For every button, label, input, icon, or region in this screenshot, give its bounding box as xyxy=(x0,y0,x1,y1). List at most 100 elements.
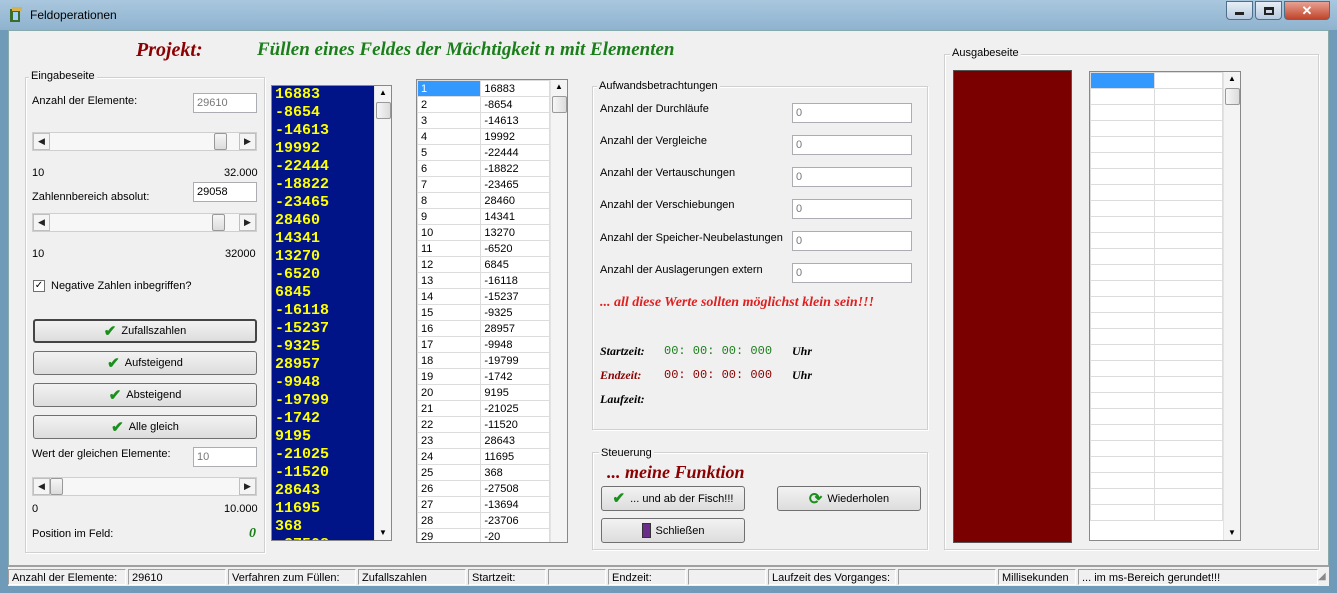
maximize-button[interactable] xyxy=(1255,1,1282,20)
table-row[interactable] xyxy=(1090,280,1224,297)
table-row[interactable] xyxy=(1090,504,1224,521)
number-list-item[interactable]: 28460 xyxy=(275,212,374,230)
slider-thumb[interactable] xyxy=(50,478,63,495)
scroll-down-icon[interactable]: ▼ xyxy=(1228,528,1236,537)
table-row[interactable] xyxy=(1090,184,1224,201)
scroll-up-icon[interactable]: ▲ xyxy=(1228,74,1236,83)
slider-right-arrow-icon[interactable]: ▶ xyxy=(239,214,256,231)
slider-left-arrow-icon[interactable]: ◀ xyxy=(33,133,50,150)
table-row[interactable]: 6 -18822 xyxy=(417,160,550,177)
table-row[interactable]: 16 28957 xyxy=(417,320,550,337)
number-list-scrollbar[interactable]: ▲ ▼ xyxy=(374,86,391,540)
gleich-input[interactable]: 10 xyxy=(193,447,257,467)
table-row[interactable]: 5 -22444 xyxy=(417,144,550,161)
table-row[interactable] xyxy=(1090,296,1224,313)
table-row[interactable]: 15 -9325 xyxy=(417,304,550,321)
slider-left-arrow-icon[interactable]: ◀ xyxy=(33,214,50,231)
ausgabe-scrollbar[interactable]: ▲ ▼ xyxy=(1223,72,1240,540)
number-list-item[interactable]: -9948 xyxy=(275,374,374,392)
number-list-item[interactable]: -19799 xyxy=(275,392,374,410)
table-row[interactable]: 20 9195 xyxy=(417,384,550,401)
table-row[interactable] xyxy=(1090,200,1224,217)
slider-thumb[interactable] xyxy=(211,214,225,231)
aufwand-value-5[interactable]: 0 xyxy=(792,263,912,283)
number-list-item[interactable]: -23465 xyxy=(275,194,374,212)
bereich-slider[interactable]: ◀ ▶ xyxy=(32,213,257,232)
table-row[interactable]: 8 28460 xyxy=(417,192,550,209)
table-row[interactable] xyxy=(1090,88,1224,105)
table-row[interactable]: 24 11695 xyxy=(417,448,550,465)
table-row[interactable]: 9 14341 xyxy=(417,208,550,225)
ausgabe-table[interactable]: ▲ ▼ xyxy=(1089,71,1241,541)
table-row[interactable]: 23 28643 xyxy=(417,432,550,449)
number-list-item[interactable]: -15237 xyxy=(275,320,374,338)
close-button[interactable]: ✕ xyxy=(1284,1,1330,20)
aufwand-value-3[interactable]: 0 xyxy=(792,199,912,219)
number-list-item[interactable]: 368 xyxy=(275,518,374,536)
zufallszahlen-button[interactable]: ✔ Zufallszahlen xyxy=(33,319,257,343)
table-row[interactable] xyxy=(1090,328,1224,345)
scroll-thumb[interactable] xyxy=(1225,88,1240,105)
number-list-item[interactable]: -1742 xyxy=(275,410,374,428)
table-row[interactable] xyxy=(1090,104,1224,121)
scroll-thumb[interactable] xyxy=(376,102,391,119)
gleich-slider[interactable]: ◀ ▶ xyxy=(32,477,257,496)
number-list-item[interactable]: -8654 xyxy=(275,104,374,122)
bereich-input[interactable]: 29058 xyxy=(193,182,257,202)
scroll-down-icon[interactable]: ▼ xyxy=(379,528,387,537)
table-row[interactable] xyxy=(1090,488,1224,505)
aufwand-value-1[interactable]: 0 xyxy=(792,135,912,155)
number-list-item[interactable]: 6845 xyxy=(275,284,374,302)
table-row[interactable] xyxy=(1090,312,1224,329)
number-listbox[interactable]: 16883 -8654 -14613 19992 -22444 -18822 -23465 2… xyxy=(271,85,392,541)
slider-left-arrow-icon[interactable]: ◀ xyxy=(33,478,50,495)
scroll-up-icon[interactable]: ▲ xyxy=(379,88,387,97)
aufwand-value-4[interactable]: 0 xyxy=(792,231,912,251)
table-row[interactable]: 29 -20 xyxy=(417,528,550,542)
table-row[interactable] xyxy=(1090,120,1224,137)
table-row[interactable] xyxy=(1090,168,1224,185)
table-row[interactable]: 25 368 xyxy=(417,464,550,481)
table-row[interactable] xyxy=(1090,72,1224,89)
number-list-item[interactable]: -9325 xyxy=(275,338,374,356)
table-row[interactable]: 21 -21025 xyxy=(417,400,550,417)
resize-grip-icon[interactable]: ◢ xyxy=(1318,571,1326,582)
absteigend-button[interactable]: ✔ Absteigend xyxy=(33,383,257,407)
table-row[interactable] xyxy=(1090,232,1224,249)
alle-gleich-button[interactable]: ✔ Alle gleich xyxy=(33,415,257,439)
negative-checkbox[interactable]: ✓ xyxy=(33,280,45,292)
table-row[interactable] xyxy=(1090,136,1224,153)
anzahl-input[interactable]: 29610 xyxy=(193,93,257,113)
table-row[interactable]: 3 -14613 xyxy=(417,112,550,129)
aufwand-value-0[interactable]: 0 xyxy=(792,103,912,123)
number-list-item[interactable]: 13270 xyxy=(275,248,374,266)
table-row[interactable]: 28 -23706 xyxy=(417,512,550,529)
table-row[interactable] xyxy=(1090,216,1224,233)
wiederholen-button[interactable]: ⟳ Wiederholen xyxy=(777,486,921,511)
number-list-item[interactable]: -21025 xyxy=(275,446,374,464)
table-row[interactable] xyxy=(1090,392,1224,409)
number-list-item[interactable]: -14613 xyxy=(275,122,374,140)
number-list-item[interactable]: -27508 xyxy=(275,536,374,540)
anzahl-slider[interactable]: ◀ ▶ xyxy=(32,132,257,151)
table-row[interactable] xyxy=(1090,408,1224,425)
number-list-item[interactable]: 9195 xyxy=(275,428,374,446)
number-list-item[interactable]: 19992 xyxy=(275,140,374,158)
number-list-item[interactable]: -16118 xyxy=(275,302,374,320)
aufwand-value-2[interactable]: 0 xyxy=(792,167,912,187)
table-row[interactable]: 14 -15237 xyxy=(417,288,550,305)
number-list-item[interactable]: -11520 xyxy=(275,464,374,482)
schliessen-button[interactable]: Schließen xyxy=(601,518,745,543)
table-row[interactable]: 12 6845 xyxy=(417,256,550,273)
number-list-item[interactable]: 11695 xyxy=(275,500,374,518)
table-row[interactable] xyxy=(1090,360,1224,377)
slider-right-arrow-icon[interactable]: ▶ xyxy=(239,478,256,495)
table-row[interactable] xyxy=(1090,264,1224,281)
scroll-up-icon[interactable]: ▲ xyxy=(555,82,563,91)
number-list-item[interactable]: -18822 xyxy=(275,176,374,194)
number-list-item[interactable]: -6520 xyxy=(275,266,374,284)
table-row[interactable]: 1 16883 xyxy=(417,80,550,97)
table-row[interactable] xyxy=(1090,152,1224,169)
table-row[interactable] xyxy=(1090,472,1224,489)
aufsteigend-button[interactable]: ✔ Aufsteigend xyxy=(33,351,257,375)
